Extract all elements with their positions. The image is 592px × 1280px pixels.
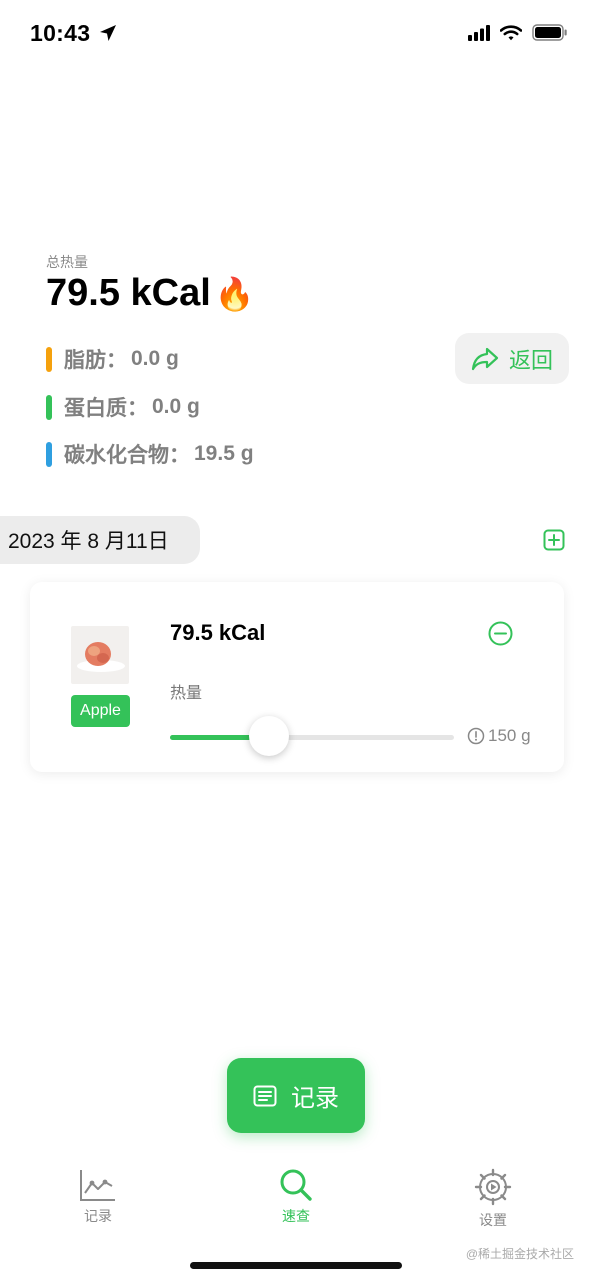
total-calories-value: 79.5 kCal 🔥 xyxy=(46,272,255,315)
nutrient-fat: 脂肪： 0.0 g xyxy=(46,344,179,374)
status-icons xyxy=(468,24,568,41)
food-weight-value: 150 g xyxy=(488,726,531,745)
back-button-label: 返回 xyxy=(508,347,553,373)
food-calorie-label: 热量 xyxy=(170,685,203,702)
nutrient-name: 脂肪： xyxy=(64,349,127,372)
tab-lookup[interactable]: 速查 xyxy=(246,1168,346,1226)
tab-settings[interactable]: 设置 xyxy=(443,1168,543,1230)
tab-settings-label: 设置 xyxy=(479,1212,507,1228)
date-selector[interactable]: 2023 年 8 月11日 xyxy=(0,516,200,564)
remove-food-button[interactable] xyxy=(488,621,513,646)
plus-square-icon xyxy=(543,529,565,551)
record-button[interactable]: 记录 xyxy=(227,1058,365,1133)
wifi-icon xyxy=(500,24,522,40)
nutrient-name: 碳水化合物： xyxy=(64,444,190,467)
nutrient-protein: 蛋白质： 0.0 g xyxy=(46,392,200,422)
battery-icon xyxy=(532,24,567,41)
nutrient-value: 0.0 g xyxy=(152,395,200,418)
home-indicator xyxy=(190,1262,402,1269)
apple-image-icon xyxy=(77,642,125,672)
total-calories-number: 79.5 kCal xyxy=(46,272,211,314)
location-arrow-icon xyxy=(100,25,117,41)
search-icon xyxy=(280,1169,312,1201)
carbs-color-bar xyxy=(46,441,52,467)
record-button-label: 记录 xyxy=(291,1085,339,1112)
nutrient-carbs: 碳水化合物： 19.5 g xyxy=(46,439,254,469)
fire-icon: 🔥 xyxy=(214,275,255,312)
food-weight: 150 g xyxy=(467,726,531,746)
apple-photo xyxy=(71,626,129,684)
nutrient-name: 蛋白质： xyxy=(64,397,148,420)
total-calories-label: 总热量 xyxy=(46,254,88,270)
gear-icon xyxy=(474,1168,512,1206)
signal-icon xyxy=(468,24,490,41)
nutrient-value: 19.5 g xyxy=(194,442,254,465)
add-food-button[interactable] xyxy=(543,529,565,551)
nutrient-value: 0.0 g xyxy=(131,347,179,370)
minus-circle-icon xyxy=(488,621,513,646)
status-time: 10:43 xyxy=(30,20,117,47)
info-circle-icon xyxy=(467,727,485,745)
watermark: @稀土掘金技术社区 xyxy=(465,1247,574,1261)
share-forward-icon xyxy=(471,347,499,370)
back-button[interactable]: 返回 xyxy=(455,333,569,384)
line-chart-icon xyxy=(80,1170,115,1201)
protein-color-bar xyxy=(46,394,52,420)
fat-color-bar xyxy=(46,346,52,372)
date-label: 2023 年 8 月11日 xyxy=(8,530,169,553)
list-doc-icon xyxy=(253,1085,277,1106)
food-name-tag: Apple xyxy=(71,695,130,727)
food-calories: 79.5 kCal xyxy=(170,620,266,645)
tab-lookup-label: 速查 xyxy=(282,1208,310,1224)
tab-record-label: 记录 xyxy=(84,1208,112,1224)
tab-record[interactable]: 记录 xyxy=(48,1168,148,1226)
